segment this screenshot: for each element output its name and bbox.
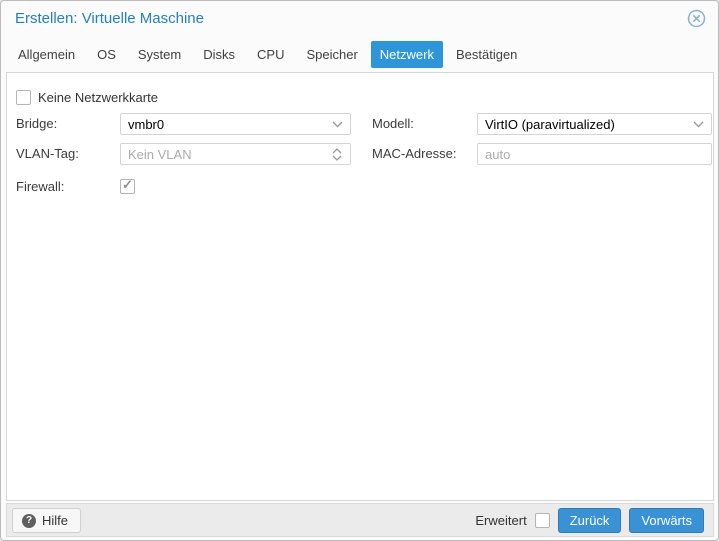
advanced-checkbox[interactable] [534, 513, 550, 528]
footer-right-group: Erweitert Zurück Vorwärts [475, 508, 704, 533]
mac-address-label: MAC-Adresse: [372, 146, 457, 161]
model-label: Modell: [372, 116, 414, 131]
help-button-label: Hilfe [42, 513, 69, 528]
chevron-down-icon[interactable] [328, 114, 346, 134]
close-icon[interactable] [687, 9, 706, 28]
no-network-card-row: Keine Netzwerkkarte [16, 90, 158, 105]
firewall-label: Firewall: [16, 179, 65, 194]
model-combobox[interactable] [477, 113, 712, 135]
tab-bestaetigen[interactable]: Bestätigen [447, 41, 526, 68]
chevron-down-icon[interactable] [689, 114, 707, 134]
model-input[interactable] [478, 114, 711, 134]
no-network-card-label: Keine Netzwerkkarte [38, 90, 158, 105]
mac-address-field[interactable] [477, 143, 712, 165]
vlan-tag-spinnerfield[interactable] [120, 143, 351, 165]
spinner-up-down-icon[interactable] [328, 144, 346, 164]
advanced-label: Erweitert [475, 513, 527, 528]
mac-address-input[interactable] [478, 144, 711, 164]
tab-cpu[interactable]: CPU [248, 41, 293, 68]
wizard-tabbar: Allgemein OS System Disks CPU Speicher N… [9, 41, 526, 68]
bridge-input[interactable] [121, 114, 350, 134]
vlan-tag-input[interactable] [121, 144, 350, 164]
back-button[interactable]: Zurück [557, 508, 622, 533]
footer-toolbar: ? Hilfe Erweitert Zurück Vorwärts [6, 503, 714, 537]
tab-netzwerk[interactable]: Netzwerk [370, 41, 443, 68]
bridge-label: Bridge: [16, 116, 58, 131]
dialog-titlebar: Erstellen: Virtuelle Maschine [1, 1, 718, 39]
question-circle-icon: ? [22, 513, 36, 528]
tab-os[interactable]: OS [88, 41, 125, 68]
tab-speicher[interactable]: Speicher [297, 41, 366, 68]
network-form-panel: Keine Netzwerkkarte Bridge: Modell: VLAN… [6, 72, 714, 501]
vlan-tag-label: VLAN-Tag: [16, 146, 79, 161]
help-button[interactable]: ? Hilfe [12, 508, 82, 533]
firewall-checkbox[interactable] [120, 177, 135, 194]
tab-allgemein[interactable]: Allgemein [9, 41, 84, 68]
bridge-combobox[interactable] [120, 113, 351, 135]
no-network-card-checkbox[interactable] [16, 90, 31, 105]
tab-system[interactable]: System [129, 41, 190, 68]
tab-disks[interactable]: Disks [194, 41, 244, 68]
dialog-title: Erstellen: Virtuelle Maschine [15, 10, 204, 27]
next-button[interactable]: Vorwärts [629, 508, 704, 533]
create-vm-dialog: Erstellen: Virtuelle Maschine Allgemein … [0, 0, 719, 541]
